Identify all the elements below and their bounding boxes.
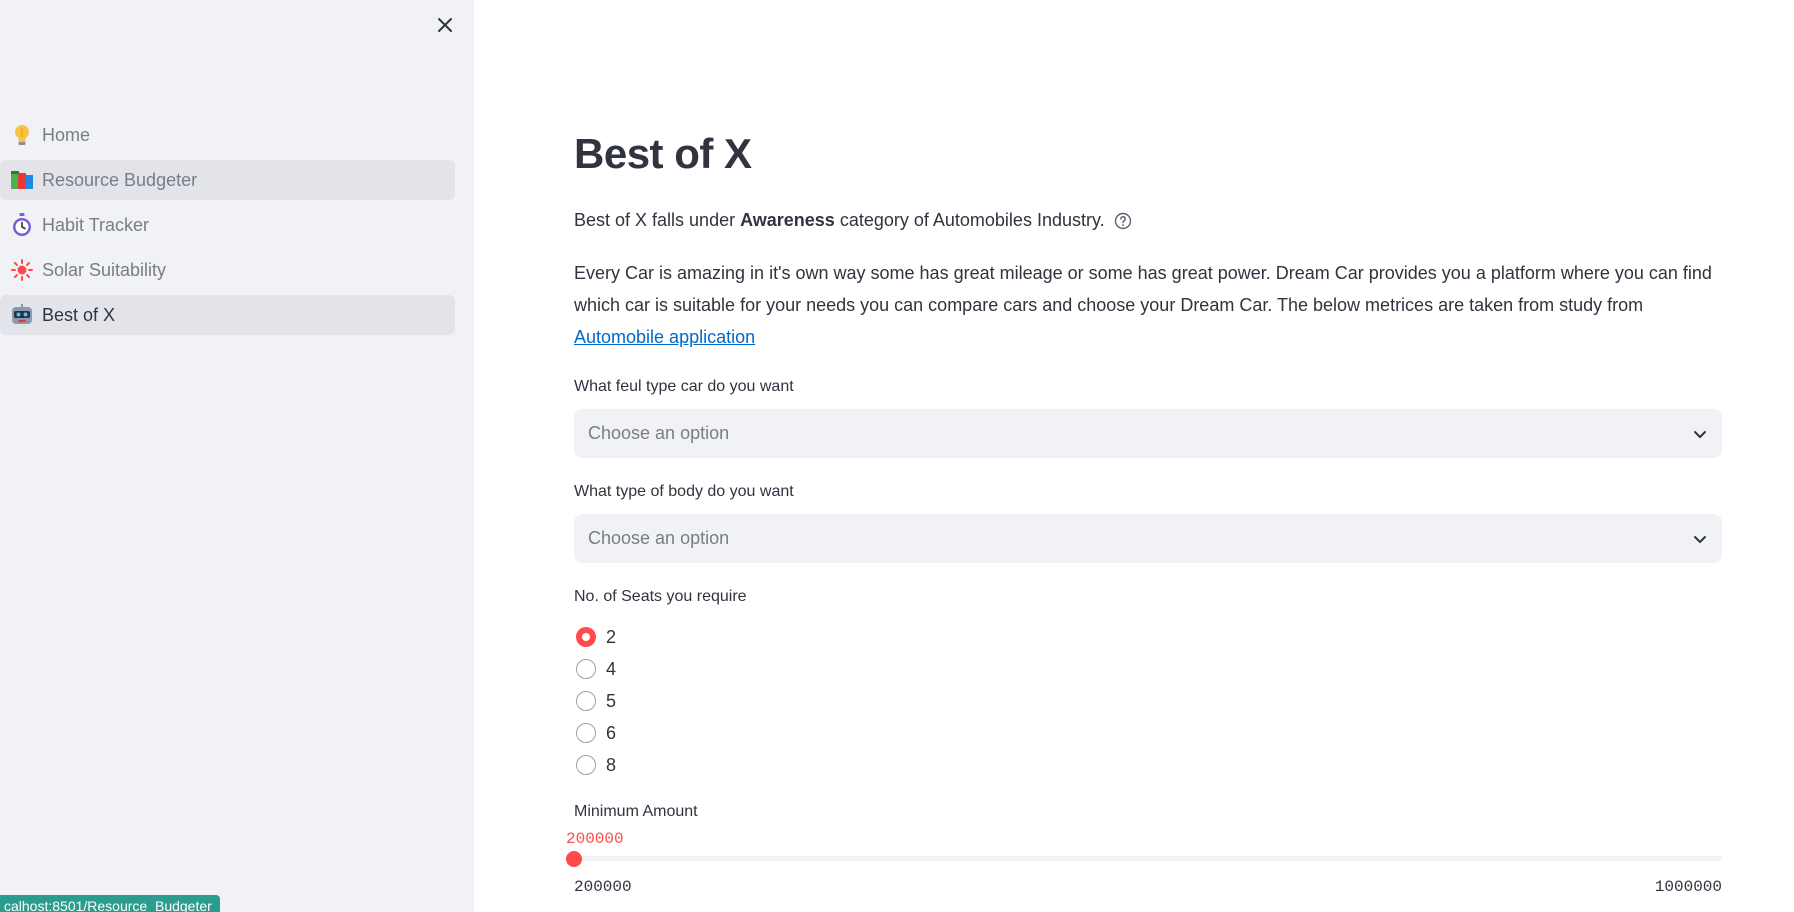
body-type-select[interactable]: Choose an option xyxy=(574,514,1722,563)
sidebar-item-label: Home xyxy=(42,124,91,145)
seats-option-6[interactable]: 6 xyxy=(576,717,616,749)
minimum-amount-slider-track[interactable] xyxy=(574,856,1722,861)
lightbulb-icon xyxy=(10,123,34,147)
seats-option-5[interactable]: 5 xyxy=(576,685,616,717)
body-type-label: What type of body do you want xyxy=(574,483,794,500)
close-icon xyxy=(438,18,452,32)
radio-label: 5 xyxy=(606,690,617,711)
radio-label: 8 xyxy=(606,754,617,775)
sidebar-item-label: Resource Budgeter xyxy=(42,169,198,190)
slider-min-value: 200000 xyxy=(574,878,632,896)
category-prefix: Best of X falls under xyxy=(574,210,736,230)
radio-button[interactable] xyxy=(576,659,596,679)
slider-max-value: 1000000 xyxy=(1654,878,1722,896)
radio-label: 6 xyxy=(606,722,617,743)
sidebar-item-label: Solar Suitability xyxy=(42,259,167,280)
description-text: Every Car is amazing in it's own way som… xyxy=(574,263,1712,315)
books-icon xyxy=(10,168,34,192)
sidebar-item-habit-tracker[interactable]: Habit Tracker xyxy=(0,205,455,245)
category-bold: Awareness xyxy=(740,210,835,230)
minimum-amount-slider-thumb[interactable] xyxy=(566,851,582,867)
seats-option-2[interactable]: 2 xyxy=(576,621,616,653)
sidebar-item-home[interactable]: Home xyxy=(0,115,455,155)
sidebar-item-solar-suitability[interactable]: Solar Suitability xyxy=(0,250,455,290)
page-title: Best of X xyxy=(574,130,752,177)
fuel-type-placeholder: Choose an option xyxy=(588,423,730,443)
fuel-type-select[interactable]: Choose an option xyxy=(574,409,1722,458)
radio-button[interactable] xyxy=(576,755,596,775)
status-url: calhost:8501/Resource_Budgeter xyxy=(0,895,220,912)
description: Every Car is amazing in it's own way som… xyxy=(574,257,1722,353)
category-suffix: category of Automobiles Industry. xyxy=(839,210,1105,230)
seats-option-8[interactable]: 8 xyxy=(576,749,616,781)
minimum-amount-label: Minimum Amount xyxy=(574,803,698,820)
stopwatch-icon xyxy=(10,213,34,237)
seats-label: No. of Seats you require xyxy=(574,588,747,605)
sidebar-item-best-of-x[interactable]: Best of X xyxy=(0,295,455,335)
seats-radio-group: 2 4 5 6 8 xyxy=(576,621,616,781)
radio-button[interactable] xyxy=(576,691,596,711)
radio-button-checked[interactable] xyxy=(576,627,596,647)
close-sidebar-button[interactable] xyxy=(430,10,460,40)
slider-current-value: 200000 xyxy=(566,830,624,848)
category-line: Best of X falls under Awareness category… xyxy=(574,210,1132,231)
chevron-down-icon xyxy=(1694,535,1706,543)
radio-label: 2 xyxy=(606,626,617,647)
fuel-type-label: What feul type car do you want xyxy=(574,378,794,395)
seats-option-4[interactable]: 4 xyxy=(576,653,616,685)
sidebar-item-label: Best of X xyxy=(42,304,116,325)
sidebar-item-resource-budgeter[interactable]: Resource Budgeter xyxy=(0,160,455,200)
body-type-placeholder: Choose an option xyxy=(588,528,730,548)
sidebar-nav: Home Resource Budgeter Habit Tracker Sol… xyxy=(0,115,455,340)
robot-icon xyxy=(10,303,34,327)
sidebar-item-label: Habit Tracker xyxy=(42,214,150,235)
help-icon[interactable] xyxy=(1114,212,1132,230)
sidebar: Home Resource Budgeter Habit Tracker Sol… xyxy=(0,0,474,912)
radio-label: 4 xyxy=(606,658,617,679)
automobile-application-link[interactable]: Automobile application xyxy=(574,327,755,347)
radio-button[interactable] xyxy=(576,723,596,743)
chevron-down-icon xyxy=(1694,430,1706,438)
sun-icon xyxy=(10,258,34,282)
